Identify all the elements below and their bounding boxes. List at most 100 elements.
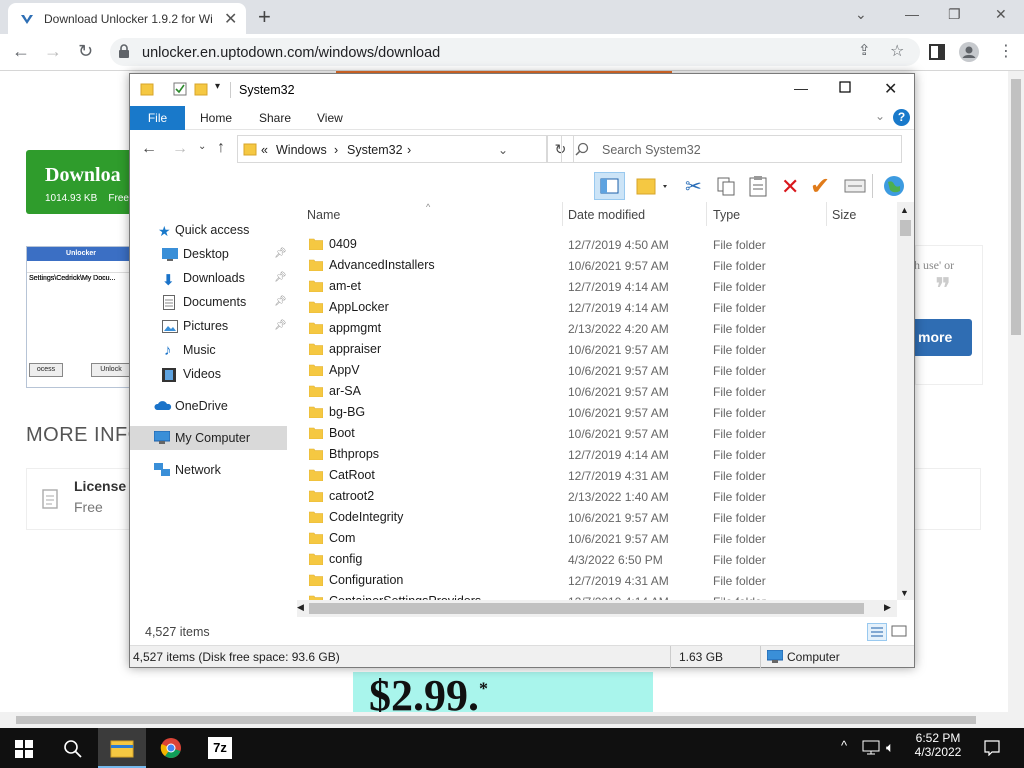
column-header-name[interactable]: Name xyxy=(307,208,340,222)
page-vertical-scrollbar[interactable] xyxy=(1008,71,1024,712)
breadcrumb-overflow[interactable]: « xyxy=(261,143,268,157)
show-hidden-icons-icon[interactable]: ^ xyxy=(841,738,847,753)
recent-locations-icon[interactable]: ⌄ xyxy=(198,141,206,152)
globe-icon[interactable] xyxy=(882,174,906,198)
file-row[interactable]: ar-SA 10/6/2021 9:57 AM File folder xyxy=(297,380,897,401)
nav-documents[interactable]: Documents xyxy=(183,295,246,309)
breadcrumb[interactable]: « Windows › System32 › ⌄ xyxy=(237,135,547,163)
paste-icon[interactable] xyxy=(748,175,768,197)
lock-icon[interactable] xyxy=(118,44,130,58)
copy-icon[interactable] xyxy=(716,176,736,196)
file-row[interactable]: Boot 10/6/2021 9:57 AM File folder xyxy=(297,422,897,443)
column-header-size[interactable]: Size xyxy=(832,208,856,222)
bookmark-star-icon[interactable]: ☆ xyxy=(890,41,904,61)
nav-network[interactable]: Network xyxy=(175,463,221,477)
back-icon[interactable]: ← xyxy=(141,140,157,158)
breadcrumb-windows[interactable]: Windows xyxy=(276,143,327,157)
file-row[interactable]: AdvancedInstallers 10/6/2021 9:57 AM File … xyxy=(297,254,897,275)
file-row[interactable]: config 4/3/2022 6:50 PM File folder xyxy=(297,548,897,569)
page-horizontal-scrollbar[interactable] xyxy=(0,712,1024,728)
price-ad[interactable]: $2.99.* xyxy=(353,672,653,712)
tab-view[interactable]: View xyxy=(317,111,343,125)
search-box[interactable]: Search System32 xyxy=(561,135,902,163)
file-row[interactable]: AppLocker 12/7/2019 4:14 AM File folder xyxy=(297,296,897,317)
column-header-date[interactable]: Date modified xyxy=(568,208,645,222)
maximize-icon[interactable] xyxy=(839,81,851,93)
expand-ribbon-icon[interactable]: ⌄ xyxy=(875,109,885,123)
customize-toolbar-icon[interactable]: ▾ xyxy=(215,81,220,92)
windows-start-icon[interactable] xyxy=(15,740,33,758)
file-list-vertical-scrollbar[interactable]: ▲ ▼ xyxy=(897,202,914,600)
chevron-down-icon[interactable]: ⌄ xyxy=(855,6,867,23)
profile-avatar-icon[interactable] xyxy=(959,42,979,62)
taskbar-explorer-button[interactable] xyxy=(98,728,146,768)
file-row[interactable]: CodeIntegrity 10/6/2021 9:57 AM File folde… xyxy=(297,506,897,527)
minimize-icon[interactable]: — xyxy=(905,6,919,22)
7zip-icon[interactable]: 7z xyxy=(208,737,232,759)
file-row[interactable]: Bthprops 12/7/2019 4:14 AM File folder xyxy=(297,443,897,464)
forward-icon[interactable]: → xyxy=(44,41,62,62)
nav-music[interactable]: Music xyxy=(183,343,216,357)
restore-icon[interactable]: ❐ xyxy=(948,6,961,23)
tab-close-icon[interactable]: ✕ xyxy=(224,9,237,29)
scroll-left-icon[interactable]: ◀ xyxy=(297,602,304,613)
back-icon[interactable]: ← xyxy=(12,41,30,62)
large-icons-view-icon[interactable] xyxy=(891,624,907,638)
properties-check-icon[interactable] xyxy=(173,82,187,96)
nav-downloads[interactable]: Downloads xyxy=(183,271,245,285)
preview-pane-icon[interactable] xyxy=(594,172,625,200)
up-icon[interactable]: ↑ xyxy=(217,139,225,157)
scroll-up-icon[interactable]: ▲ xyxy=(900,205,909,215)
reload-icon[interactable]: ↻ xyxy=(78,41,93,62)
file-row[interactable]: Configuration 12/7/2019 4:31 AM File folde… xyxy=(297,569,897,590)
help-icon[interactable]: ? xyxy=(893,109,910,126)
column-header-type[interactable]: Type xyxy=(713,208,740,222)
file-row[interactable]: catroot2 2/13/2022 1:40 AM File folder xyxy=(297,485,897,506)
browser-tab[interactable]: Download Unlocker 1.9.2 for Windows ✕ xyxy=(8,3,246,34)
close-window-icon[interactable]: ✕ xyxy=(995,6,1007,23)
nav-pictures[interactable]: Pictures xyxy=(183,319,228,333)
nav-desktop[interactable]: Desktop xyxy=(183,247,229,261)
nav-videos[interactable]: Videos xyxy=(183,367,221,381)
chrome-icon[interactable] xyxy=(160,737,182,759)
app-screenshot-thumbnail[interactable]: Unlocker Settings\Cedrick\My Docu... Sett… xyxy=(26,246,136,388)
tab-share[interactable]: Share xyxy=(259,111,291,125)
share-icon[interactable]: ⇪ xyxy=(858,41,871,59)
tab-file[interactable]: File xyxy=(130,106,185,130)
file-row[interactable]: CatRoot 12/7/2019 4:31 AM File folder xyxy=(297,464,897,485)
file-row[interactable]: ContainerSettingsProviders12/7/2019 4:14… xyxy=(297,590,897,600)
url-text[interactable]: unlocker.en.uptodown.com/windows/downloa… xyxy=(142,45,440,61)
details-view-icon[interactable] xyxy=(867,623,887,641)
file-row[interactable]: am-et 12/7/2019 4:14 AM File folder xyxy=(297,275,897,296)
file-row[interactable]: Com 10/6/2021 9:57 AM File folder xyxy=(297,527,897,548)
breadcrumb-system32[interactable]: System32 xyxy=(347,143,403,157)
file-row[interactable]: AppV 10/6/2021 9:57 AM File folder xyxy=(297,359,897,380)
address-history-icon[interactable]: ⌄ xyxy=(498,143,508,157)
file-row[interactable]: 0409 12/7/2019 4:50 AM File folder xyxy=(297,233,897,254)
new-tab-button[interactable]: + xyxy=(258,4,271,30)
download-button[interactable]: Downloa 1014.93 KB Free xyxy=(26,150,136,214)
network-status-icon[interactable] xyxy=(862,740,880,756)
new-folder-icon[interactable] xyxy=(194,82,208,96)
read-more-button[interactable]: more xyxy=(914,319,972,356)
nav-onedrive[interactable]: OneDrive xyxy=(175,399,228,413)
forward-icon[interactable]: → xyxy=(172,140,188,158)
file-list-horizontal-scrollbar[interactable]: ◀ ▶ xyxy=(297,600,897,617)
menu-kebab-icon[interactable]: ⋮ xyxy=(998,41,1014,61)
close-icon[interactable]: ✕ xyxy=(884,79,897,99)
search-icon[interactable] xyxy=(63,739,83,759)
volume-icon[interactable]: 🔈︎ xyxy=(886,739,894,756)
file-row[interactable]: appraiser 10/6/2021 9:57 AM File folder xyxy=(297,338,897,359)
delete-icon[interactable]: ✕ xyxy=(781,174,799,200)
nav-quick-access[interactable]: Quick access xyxy=(175,223,249,237)
cut-icon[interactable]: ✂ xyxy=(685,174,702,199)
new-folder-menu-icon[interactable] xyxy=(635,175,671,197)
minimize-icon[interactable]: — xyxy=(794,80,808,96)
tab-home[interactable]: Home xyxy=(200,111,232,125)
scroll-right-icon[interactable]: ▶ xyxy=(884,602,891,613)
properties-icon[interactable] xyxy=(844,178,866,194)
file-row[interactable]: appmgmt 2/13/2022 4:20 AM File folder xyxy=(297,317,897,338)
scroll-down-icon[interactable]: ▼ xyxy=(900,588,909,598)
taskbar-clock[interactable]: 6:52 PM 4/3/2022 xyxy=(908,731,968,759)
notification-icon[interactable] xyxy=(984,740,1000,756)
